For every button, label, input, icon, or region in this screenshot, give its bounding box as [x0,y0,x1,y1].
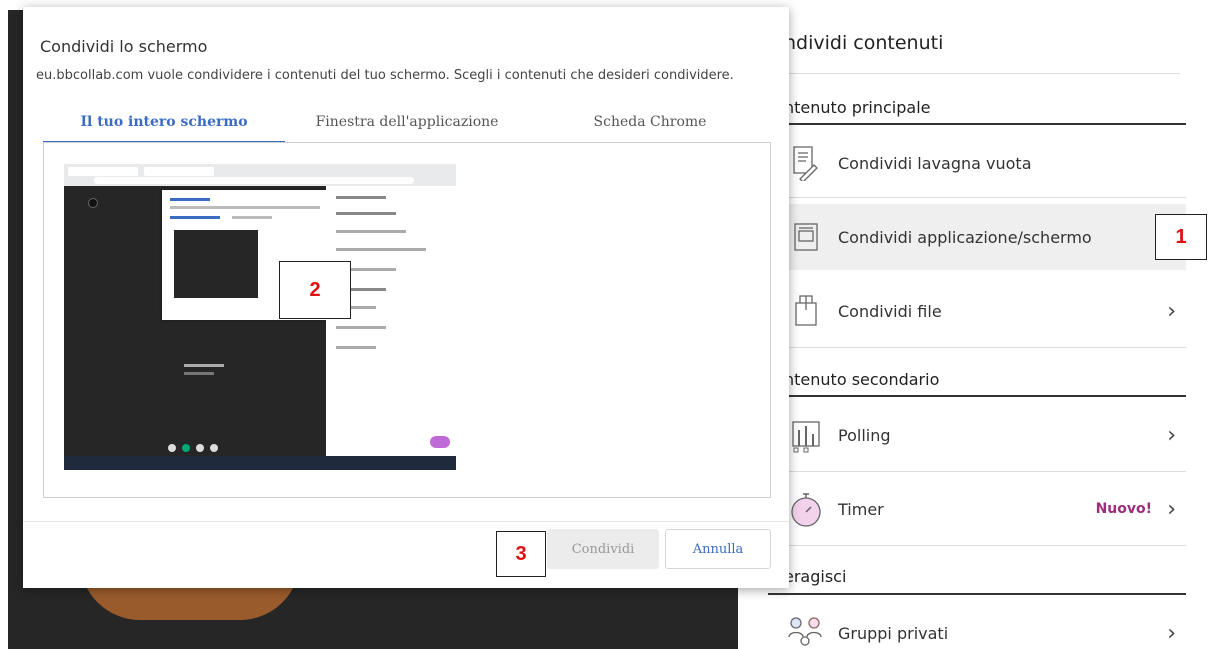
divider [23,521,789,522]
panel-title: ndividi contenuti [784,32,944,54]
tab-application-window[interactable]: Finestra dell'applicazione [286,107,528,143]
divider [768,545,1186,546]
section-divider [768,395,1186,397]
item-label: Condividi file [838,301,942,321]
divider [768,197,1186,198]
thumbnail-text [336,196,386,199]
groups-icon [782,613,830,649]
divider [768,73,1180,74]
dialog-description: eu.bbcollab.com vuole condividere i cont… [36,68,734,83]
chevron-right-icon: › [1167,422,1176,448]
timer-item[interactable]: Timer Nuovo! › [768,476,1186,542]
divider [768,347,1186,348]
dialog-title: Condividi lo schermo [40,37,208,56]
item-label: Gruppi privati [838,623,949,643]
thumbnail-text [170,198,210,201]
thumbnail-tab [144,167,214,176]
source-tabs: Il tuo intero schermo Finestra dell'appl… [43,107,771,143]
thumbnail-text [336,326,386,329]
thumbnail-text [336,346,376,349]
thumbnail-nested-preview [174,230,258,298]
thumbnail-text [184,372,214,375]
file-icon [782,291,830,331]
thumbnail-browser-bar [64,164,456,186]
section-divider [768,593,1186,595]
private-groups-item[interactable]: Gruppi privati › [768,600,1186,649]
thumbnail-control-icon [168,444,176,452]
whiteboard-icon [782,143,830,183]
thumbnail-text [232,216,272,219]
thumbnail-control-icon [196,444,204,452]
section-heading-secondary: ntenuto secondario [784,370,940,389]
callout-3: 3 [496,531,546,577]
thumbnail-text [170,206,320,209]
thumbnail-text [170,216,220,219]
thumbnail-text [336,212,396,215]
share-file-item[interactable]: Condividi file › [768,278,1186,344]
thumbnail-tab [68,167,138,176]
thumbnail-control-icon [210,444,218,452]
share-content-panel: ndividi contenuti ntenuto principale Con… [738,10,1209,649]
chevron-right-icon: › [1167,298,1176,324]
tab-chrome-tab[interactable]: Scheda Chrome [529,107,771,143]
item-label: Timer [838,499,884,519]
screen-share-icon [782,217,830,257]
thumbnail-menu-icon [88,198,98,208]
timer-icon [782,489,830,529]
polling-icon [782,415,830,455]
cancel-button[interactable]: Annulla [665,529,771,569]
screen-thumbnail[interactable] [64,164,456,470]
thumbnail-url-bar [94,177,414,184]
item-label: Polling [838,425,891,445]
section-heading-primary: ntenuto principale [784,98,931,117]
thumbnail-text [336,230,406,233]
item-label: Condividi applicazione/schermo [838,227,1092,247]
item-label: Condividi lavagna vuota [838,153,1032,173]
tab-entire-screen[interactable]: Il tuo intero schermo [43,107,285,143]
thumbnail-button [430,436,450,448]
thumbnail-text [336,248,426,251]
thumbnail-control-icon [182,444,190,452]
thumbnail-taskbar [64,456,456,470]
share-screen-item[interactable]: Condividi applicazione/schermo [768,204,1186,270]
chevron-right-icon: › [1167,620,1176,646]
chevron-right-icon: › [1167,496,1176,522]
callout-2: 2 [279,261,351,319]
thumbnail-panel [326,186,456,456]
divider [768,471,1186,472]
thumbnail-text [184,364,224,367]
section-divider [768,123,1186,125]
section-heading-interact: eragisci [784,567,847,586]
share-whiteboard-item[interactable]: Condividi lavagna vuota [768,130,1186,196]
new-badge: Nuovo! [1095,501,1152,517]
callout-1: 1 [1155,214,1207,260]
polling-item[interactable]: Polling › [768,402,1186,468]
share-button[interactable]: Condividi [547,529,659,569]
